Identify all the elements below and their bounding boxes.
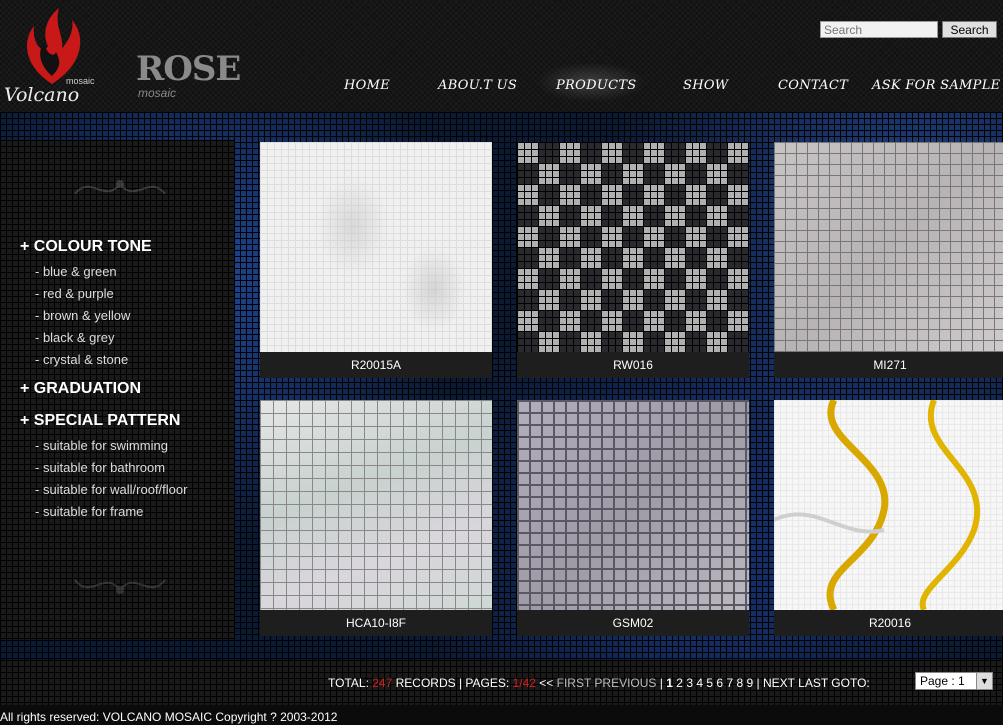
product-image[interactable]	[260, 142, 492, 352]
separator: |	[659, 676, 663, 690]
goto-page-select[interactable]: Page : 1 ▼	[915, 672, 993, 690]
page-link[interactable]: 6	[716, 676, 723, 690]
double-left-arrow: <<	[539, 676, 554, 690]
chevron-down-icon[interactable]: ▼	[976, 673, 992, 689]
product-image[interactable]	[517, 400, 749, 610]
page-link[interactable]: 7	[726, 676, 733, 690]
previous-page-link[interactable]: PREVIOUS	[594, 676, 656, 690]
next-page-link[interactable]: NEXT	[763, 676, 795, 690]
rose-logo[interactable]: ROSE mosaic	[136, 49, 241, 99]
sidebar: + COLOUR TONE - blue & green - red & pur…	[0, 140, 234, 640]
subcategory-black-grey[interactable]: - black & grey	[35, 330, 114, 345]
product-label[interactable]: HCA10-I8F	[260, 610, 492, 636]
product-image[interactable]	[774, 400, 1003, 610]
product-label[interactable]: R20016	[774, 610, 1003, 636]
category-special-pattern[interactable]: + SPECIAL PATTERN	[20, 412, 180, 430]
nav-contact[interactable]: CONTACT	[778, 78, 848, 93]
product-label[interactable]: MI271	[774, 352, 1003, 378]
logo-text: Volcano	[4, 84, 80, 106]
subcategory-brown-yellow[interactable]: - brown & yellow	[35, 308, 130, 323]
total-records-count: 247	[372, 676, 393, 690]
goto-page-value: Page : 1	[920, 674, 965, 688]
pagination: TOTAL: 247 RECORDS | PAGES: 1/42 << FIRS…	[328, 676, 870, 690]
records-pages-label: RECORDS | PAGES:	[395, 676, 510, 690]
flame-icon	[27, 8, 81, 84]
nav-home[interactable]: HOME	[344, 78, 390, 93]
product-image[interactable]	[260, 400, 492, 610]
nav-ask-for-sample[interactable]: ASK FOR SAMPLE	[872, 78, 1000, 93]
search-input[interactable]	[820, 21, 938, 38]
product-image[interactable]	[517, 142, 749, 352]
page-link[interactable]: 5	[706, 676, 713, 690]
product-label[interactable]: GSM02	[517, 610, 749, 636]
product-image[interactable]	[774, 142, 1003, 352]
subcategory-crystal-stone[interactable]: - crystal & stone	[35, 352, 128, 367]
page-link[interactable]: 2	[676, 676, 683, 690]
page-link[interactable]: 9	[747, 676, 754, 690]
first-page-link[interactable]: FIRST	[557, 676, 591, 690]
pages-count: 1/42	[512, 676, 536, 690]
pattern-graphic	[774, 400, 981, 610]
subcategory-frame[interactable]: - suitable for frame	[35, 504, 143, 519]
subcategory-wall-roof-floor[interactable]: - suitable for wall/roof/floor	[35, 482, 187, 497]
subcategory-swimming[interactable]: - suitable for swimming	[35, 438, 168, 453]
product-label[interactable]: RW016	[517, 352, 749, 378]
subcategory-red-purple[interactable]: - red & purple	[35, 286, 114, 301]
subcategory-bathroom[interactable]: - suitable for bathroom	[35, 460, 165, 475]
search-button[interactable]: Search	[942, 21, 997, 38]
total-label: TOTAL:	[328, 676, 369, 690]
last-page-link[interactable]: LAST	[798, 676, 828, 690]
category-graduation[interactable]: + GRADUATION	[20, 380, 141, 398]
header: mosaic Volcano ROSE mosaic Search HOME A…	[0, 0, 1003, 112]
rose-logo-sub: mosaic	[138, 86, 177, 100]
nav-products[interactable]: PRODUCTS	[556, 78, 637, 93]
category-colour-tone[interactable]: + COLOUR TONE	[20, 238, 152, 256]
pagination-bar: TOTAL: 247 RECORDS | PAGES: 1/42 << FIRS…	[0, 660, 1003, 705]
ornament-icon	[74, 180, 166, 195]
subcategory-blue-green[interactable]: - blue & green	[35, 264, 117, 279]
page-link-current[interactable]: 1	[666, 676, 673, 690]
nav-show[interactable]: SHOW	[683, 78, 728, 93]
page-link[interactable]: 8	[736, 676, 743, 690]
nav-about-us[interactable]: ABOU.T US	[438, 78, 517, 93]
product-label[interactable]: R20015A	[260, 352, 492, 378]
page-link[interactable]: 3	[686, 676, 693, 690]
copyright-text: All rights reserved: VOLCANO MOSAIC Copy…	[0, 710, 338, 724]
ornament-icon	[74, 579, 166, 594]
volcano-logo[interactable]: mosaic Volcano	[4, 6, 99, 106]
goto-label: GOTO:	[831, 676, 870, 690]
rose-logo-text: ROSE	[136, 49, 241, 89]
page-link[interactable]: 4	[696, 676, 703, 690]
separator: |	[756, 676, 760, 690]
